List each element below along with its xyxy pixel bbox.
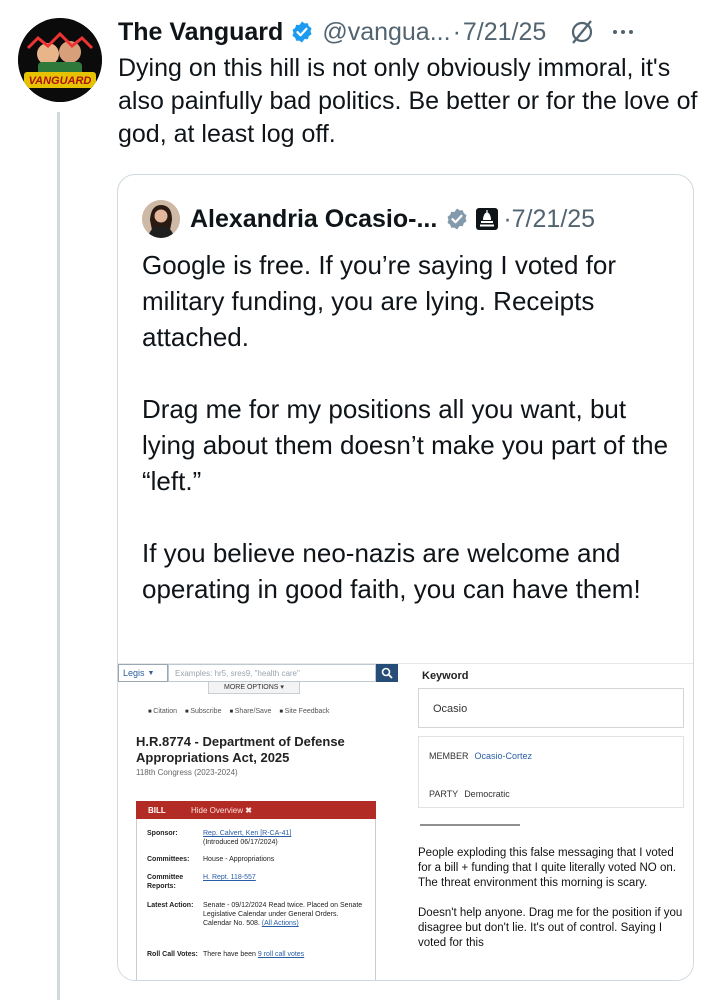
- share-save-link: Share/Save: [229, 708, 272, 715]
- screenshot-post-text: People exploding this false messaging th…: [418, 846, 688, 966]
- close-icon: ✖: [245, 805, 252, 815]
- dropdown-chevron-icon: ▼: [147, 669, 155, 677]
- overview-row: Roll Call Votes: There have been 9 roll …: [147, 950, 363, 959]
- government-verified-badge-icon: [447, 208, 467, 230]
- keyword-field: Ocasio: [418, 688, 684, 728]
- overview-value: Senate - 09/12/2024 Read twice. Placed o…: [203, 901, 363, 928]
- author-handle[interactable]: @vangua...: [322, 18, 450, 47]
- all-actions-link: (All Actions): [261, 920, 299, 927]
- thread-line: [57, 112, 60, 1000]
- overview-value: House - Appropriations: [203, 856, 275, 863]
- congress-session: 118th Congress (2023-2024): [136, 768, 238, 777]
- search-icon: [376, 664, 398, 682]
- verified-badge-icon: [292, 21, 312, 43]
- overview-label: Sponsor:: [147, 830, 178, 837]
- subscribe-link: Subscribe: [185, 708, 221, 715]
- overview-label: Committees:: [147, 856, 190, 863]
- government-badge-icon: [476, 208, 499, 230]
- quoted-separator-dot: ·: [503, 204, 512, 233]
- overview-row: Sponsor: Rep. Calvert, Ken [R-CA-41] (In…: [147, 829, 363, 847]
- author-name[interactable]: The Vanguard: [118, 18, 283, 47]
- screenshot-paragraph: People exploding this false messaging th…: [418, 847, 676, 889]
- screenshot-paragraph: Doesn't help anyone. Drag me for the pos…: [418, 907, 683, 949]
- quoted-author-name[interactable]: Alexandria Ocasio-...: [190, 205, 437, 234]
- roll-call-link: 9 roll call votes: [257, 951, 305, 958]
- overview-row: Committee Reports: H. Rept. 118-557: [147, 873, 363, 891]
- bill-title: H.R.8774 - Department of Defense Appropr…: [136, 734, 345, 765]
- overview-label: Roll Call Votes:: [147, 951, 198, 958]
- party-label: PARTY: [429, 789, 459, 799]
- quoted-paragraph: Drag me for my positions all you want, b…: [142, 394, 669, 496]
- tools-row: Citation Subscribe Share/Save Site Feedb…: [148, 708, 329, 715]
- hide-overview-label: Hide Overview: [191, 805, 244, 815]
- avatar-logo-text: VANGUARD: [29, 75, 92, 87]
- attached-image[interactable]: Legis ▼ Examples: hr5, sres9, "health ca…: [118, 663, 693, 980]
- sponsor-link: Rep. Calvert, Ken [R-CA-41]: [203, 830, 292, 837]
- search-row: Legis ▼ Examples: hr5, sres9, "health ca…: [118, 664, 398, 682]
- overview-label: Committee Reports:: [147, 874, 184, 890]
- member-filter-box: MEMBER Ocasio-Cortez PARTY Democratic: [418, 736, 684, 808]
- tweet-date[interactable]: 7/21/25: [463, 18, 546, 47]
- screenshot-divider: [398, 664, 404, 980]
- quoted-tweet[interactable]: Alexandria Ocasio-... · 7/21/25 Google i…: [117, 174, 694, 981]
- quoted-avatar[interactable]: [142, 200, 180, 238]
- member-value: Ocasio-Cortez: [474, 751, 533, 761]
- more-options-button: MORE OPTIONS ▾: [208, 682, 300, 694]
- tweet-text: Dying on this hill is not only obviously…: [118, 54, 698, 148]
- search-scope-label: Legis: [123, 668, 145, 678]
- quoted-paragraph: Google is free. If you’re saying I voted…: [142, 250, 617, 352]
- quoted-tweet-header: Alexandria Ocasio-... · 7/21/25: [142, 199, 595, 239]
- overview-value: Rep. Calvert, Ken [R-CA-41] (Introduced …: [203, 829, 363, 847]
- quoted-paragraph: If you believe neo-nazis are welcome and…: [142, 538, 641, 604]
- search-scope-dropdown: Legis ▼: [118, 664, 168, 682]
- member-row: MEMBER Ocasio-Cortez: [429, 751, 532, 761]
- separator-dot: ·: [452, 17, 461, 46]
- overview-label: Latest Action:: [147, 902, 194, 909]
- quoted-tweet-text: Google is free. If you’re saying I voted…: [142, 247, 682, 643]
- vote-search-screenshot: Keyword Ocasio MEMBER Ocasio-Cortez PARTY…: [406, 664, 693, 980]
- overview-value: There have been 9 roll call votes: [203, 950, 363, 959]
- hide-overview-button: Hide Overview ✖: [191, 806, 252, 815]
- congress-gov-screenshot: Legis ▼ Examples: hr5, sres9, "health ca…: [118, 664, 398, 980]
- search-input: Examples: hr5, sres9, "health care": [168, 664, 376, 682]
- roll-call-text: There have been: [203, 951, 256, 958]
- more-options-icon[interactable]: [608, 17, 638, 47]
- tweet-header: The Vanguard @vangua... · 7/21/25: [118, 14, 703, 50]
- introduced-date: (Introduced 06/17/2024): [203, 839, 278, 846]
- overview-bar: BILL Hide Overview ✖: [136, 801, 376, 819]
- edited-icon[interactable]: [568, 18, 596, 46]
- cropped-header-line: [420, 824, 520, 830]
- overview-table: Sponsor: Rep. Calvert, Ken [R-CA-41] (In…: [136, 819, 376, 980]
- bill-tag: BILL: [148, 805, 166, 815]
- keyword-label: Keyword: [422, 670, 469, 682]
- avatar[interactable]: VANGUARD: [18, 18, 102, 102]
- overview-row: Committees: House - Appropriations: [147, 855, 363, 864]
- more-options-label: MORE OPTIONS: [224, 684, 279, 691]
- citation-link: Citation: [148, 708, 177, 715]
- member-label: MEMBER: [429, 751, 469, 761]
- committee-report-link: H. Rept. 118-557: [203, 874, 256, 881]
- quoted-date[interactable]: 7/21/25: [512, 205, 595, 234]
- party-row: PARTY Democratic: [429, 789, 510, 799]
- overview-row: Latest Action: Senate - 09/12/2024 Read …: [147, 901, 363, 928]
- site-feedback-link: Site Feedback: [279, 708, 330, 715]
- party-value: Democratic: [464, 789, 510, 799]
